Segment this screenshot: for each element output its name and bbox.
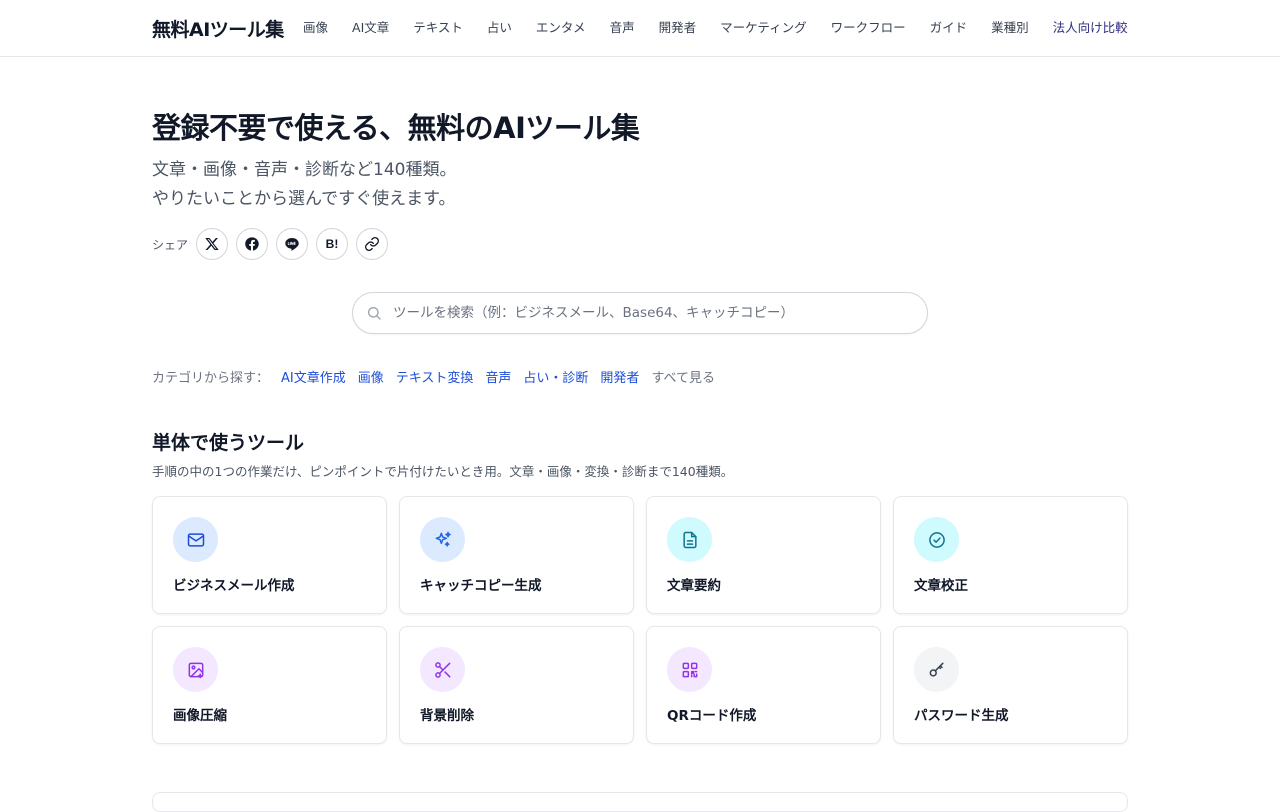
tool-card-password[interactable]: パスワード生成 (893, 626, 1128, 744)
qr-code-icon (682, 662, 697, 677)
tool-name: 画像圧縮 (173, 708, 227, 724)
link-icon (365, 237, 379, 251)
category-links: カテゴリから探す： AI文章作成 画像 テキスト変換 音声 占い・診断 開発者 … (152, 367, 727, 386)
category-label: カテゴリから探す： (152, 371, 270, 386)
image-icon (188, 662, 203, 678)
tool-card-image-compress[interactable]: 画像圧縮 (152, 626, 387, 744)
brand-logo-link[interactable]: 無料AIツール集 (152, 15, 284, 42)
copy-link-button[interactable] (356, 228, 389, 260)
tool-card-proofread[interactable]: 文章校正 (893, 496, 1128, 614)
search-box (352, 292, 928, 334)
category-link-image[interactable]: 画像 (358, 367, 384, 386)
tool-name: キャッチコピー生成 (420, 578, 542, 594)
tool-name: 背景削除 (420, 708, 474, 724)
x-logo-icon (205, 238, 219, 250)
nav-item-industry[interactable]: 業種別 (991, 19, 1029, 37)
tool-icon-badge (173, 517, 218, 562)
line-icon (285, 238, 299, 251)
share-hatena-button[interactable]: B! (316, 228, 349, 260)
tool-icon-badge (173, 647, 218, 692)
nav-item-developer[interactable]: 開発者 (659, 19, 697, 37)
search-icon (368, 307, 381, 320)
tool-card-catchcopy[interactable]: キャッチコピー生成 (399, 496, 634, 614)
mail-icon (187, 532, 204, 547)
share-line-button[interactable] (276, 228, 309, 260)
share-x-button[interactable] (196, 228, 229, 260)
tool-icon-badge (667, 517, 712, 562)
sparkles-icon (435, 531, 451, 547)
category-link-text-convert[interactable]: テキスト変換 (396, 367, 474, 386)
share-facebook-button[interactable] (236, 228, 269, 260)
hatena-bookmark-icon: B! (325, 237, 339, 251)
nav-item-guide[interactable]: ガイド (930, 19, 968, 37)
facebook-icon (245, 237, 259, 251)
share-label: シェア (152, 237, 189, 252)
tool-grid: ビジネスメール作成 キャッチコピー生成 文章要約 文章校正 画像圧縮 背景削除 … (152, 496, 1128, 744)
nav-item-text[interactable]: テキスト (413, 19, 463, 37)
share-row: シェア B! (152, 228, 396, 260)
search-input[interactable] (393, 305, 913, 321)
nav-item-entertainment[interactable]: エンタメ (536, 19, 586, 37)
tool-name: 文章要約 (667, 578, 721, 594)
page-title: 登録不要で使える、無料のAIツール集 (152, 111, 640, 145)
tool-card-business-mail[interactable]: ビジネスメール作成 (152, 496, 387, 614)
tool-name: ビジネスメール作成 (173, 578, 295, 594)
check-circle-icon (928, 531, 945, 548)
category-link-all[interactable]: すべて見る (651, 367, 715, 386)
tool-icon-badge (420, 517, 465, 562)
nav-item-ai-writing[interactable]: AI文章 (352, 19, 389, 37)
main-nav: 画像 AI文章 テキスト 占い エンタメ 音声 開発者 マーケティング ワークフ… (303, 19, 1128, 37)
category-link-fortune[interactable]: 占い・診断 (523, 367, 588, 386)
tool-name: QRコード作成 (667, 708, 757, 724)
nav-item-fortune[interactable]: 占い (487, 19, 512, 37)
category-link-ai-writing[interactable]: AI文章作成 (281, 367, 346, 386)
site-header: 無料AIツール集 画像 AI文章 テキスト 占い エンタメ 音声 開発者 マーケ… (0, 0, 1280, 57)
tool-icon-badge (914, 517, 959, 562)
tool-icon-badge (667, 647, 712, 692)
nav-item-image[interactable]: 画像 (303, 19, 328, 37)
tool-card-summary[interactable]: 文章要約 (646, 496, 881, 614)
nav-item-business-compare[interactable]: 法人向け比較 (1053, 19, 1128, 37)
tool-card-background-remove[interactable]: 背景削除 (399, 626, 634, 744)
hero-subtitle-line1: 文章・画像・音声・診断など140種類。 (152, 160, 457, 180)
scissors-icon (434, 661, 450, 678)
hero-subtitle-line2: やりたいことから選んですぐ使えます。 (152, 189, 456, 209)
tool-name: 文章校正 (914, 578, 968, 594)
tool-card-qr-code[interactable]: QRコード作成 (646, 626, 881, 744)
tool-name: パスワード生成 (914, 708, 1009, 724)
section-description: 手順の中の1つの作業だけ、ピンポイントで片付けたいとき用。文章・画像・変換・診断… (152, 464, 734, 479)
hero-subtitle: 文章・画像・音声・診断など140種類。 やりたいことから選んですぐ使えます。 (152, 156, 456, 214)
tool-icon-badge (420, 647, 465, 692)
next-section-card (152, 792, 1128, 812)
nav-item-audio[interactable]: 音声 (610, 19, 635, 37)
category-link-audio[interactable]: 音声 (485, 367, 511, 386)
nav-item-workflow[interactable]: ワークフロー (831, 19, 906, 37)
key-icon (929, 662, 944, 677)
nav-item-marketing[interactable]: マーケティング (720, 19, 807, 37)
document-icon (682, 531, 697, 548)
tool-icon-badge (914, 647, 959, 692)
section-title: 単体で使うツール (152, 432, 305, 454)
category-link-developer[interactable]: 開発者 (600, 367, 639, 386)
